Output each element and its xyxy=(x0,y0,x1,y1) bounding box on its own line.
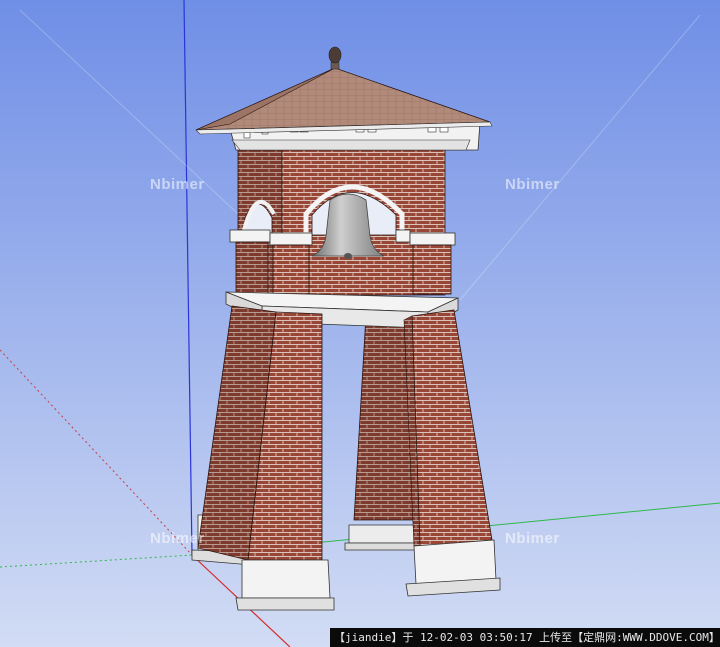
impost-center-left xyxy=(269,232,313,246)
sketchup-viewport[interactable]: Nbimer Nbimer Nbimer Nbimer 【jiandie】于 1… xyxy=(0,0,720,647)
bell-clapper xyxy=(344,253,352,259)
watermark: Nbimer xyxy=(505,176,560,193)
cornice-step xyxy=(231,139,471,151)
leg-back-right-base xyxy=(348,524,416,544)
impost-right xyxy=(409,232,456,246)
impost-left xyxy=(229,229,271,243)
finial-ball[interactable] xyxy=(328,46,342,64)
impost-center-right xyxy=(395,229,411,243)
pier-right xyxy=(412,244,452,295)
leg-front-left-base xyxy=(241,559,331,599)
pier-center-left xyxy=(272,244,310,295)
leg-back-right-plinth xyxy=(344,542,419,551)
leg-front-left-plinth xyxy=(235,597,335,611)
watermark: Nbimer xyxy=(150,530,205,547)
watermark: Nbimer xyxy=(150,176,205,193)
leg-front-right-base xyxy=(413,539,497,585)
pier-left xyxy=(235,241,269,295)
bell-tower-model[interactable] xyxy=(0,0,720,647)
watermark: Nbimer xyxy=(505,530,560,547)
upload-caption: 【jiandie】于 12-02-03 03:50:17 上传至【定鼎网:WWW… xyxy=(330,628,720,647)
